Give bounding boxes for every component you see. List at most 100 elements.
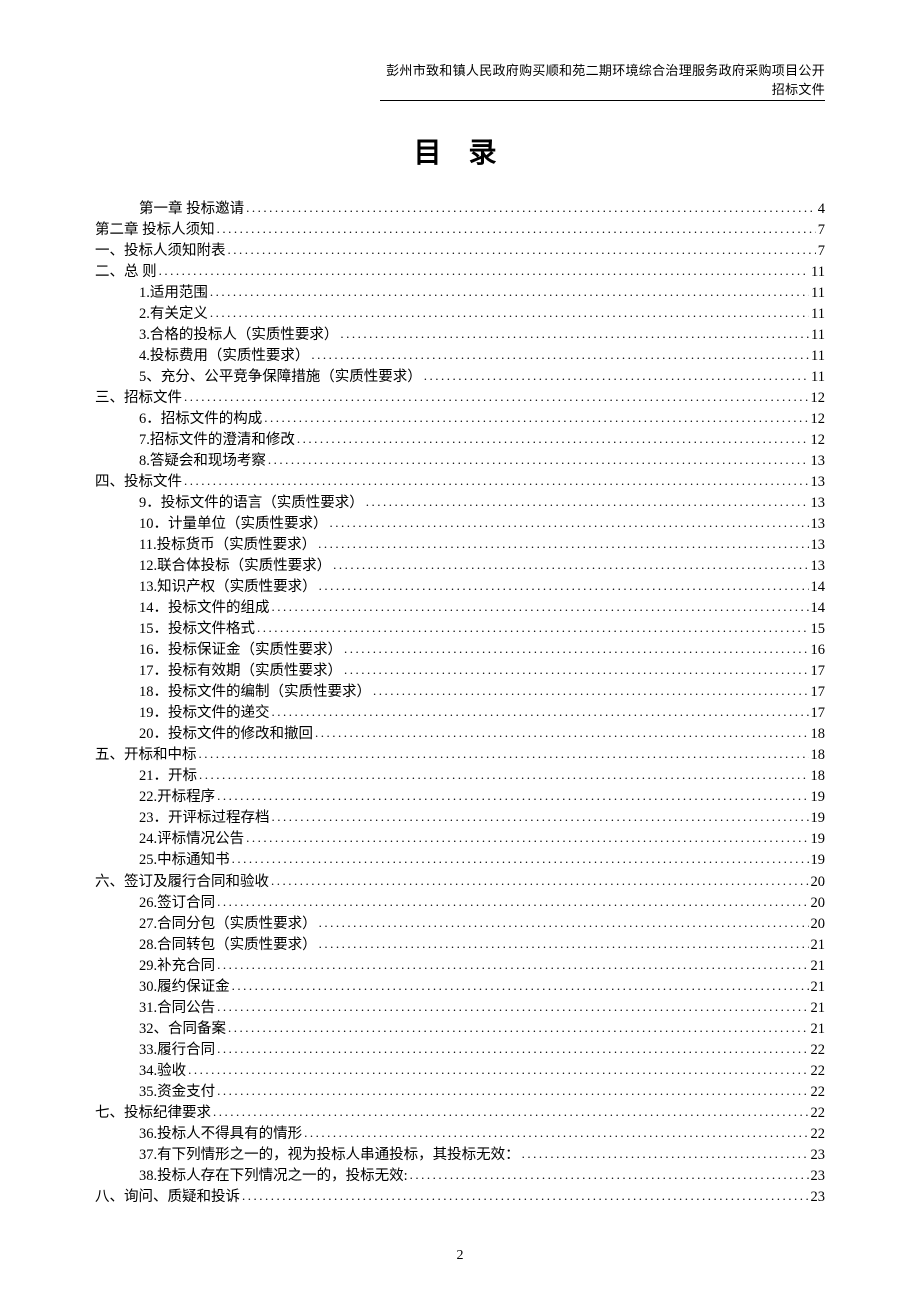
toc-leader-dots [319, 577, 809, 596]
toc-entry: 2.有关定义11 [95, 304, 825, 325]
toc-entry: 27.合同分包（实质性要求）20 [95, 914, 825, 935]
toc-entry-label: 35.资金支付 [139, 1082, 215, 1103]
toc-entry-page: 17 [811, 682, 826, 703]
toc-entry-page: 13 [811, 493, 826, 514]
toc-leader-dots [330, 514, 809, 533]
toc-entry-label: 第二章 投标人须知 [95, 220, 215, 241]
page-number: 2 [95, 1248, 825, 1264]
toc-entry: 二、总 则11 [95, 262, 825, 283]
toc-entry-label: 23．开评标过程存档 [139, 808, 270, 829]
toc-entry: 8.答疑会和现场考察 13 [95, 451, 825, 472]
toc-entry-page: 14 [811, 577, 826, 598]
toc-entry-label: 29.补充合同 [139, 956, 215, 977]
toc-entry: 36.投标人不得具有的情形22 [95, 1124, 825, 1145]
toc-entry-label: 22.开标程序 [139, 787, 215, 808]
toc-entry-label: 八、询问、质疑和投诉 [95, 1187, 240, 1208]
toc-leader-dots [424, 367, 809, 386]
toc-entry-label: 5、充分、公平竞争保障措施（实质性要求） [139, 367, 422, 388]
toc-entry: 四、投标文件 13 [95, 472, 825, 493]
toc-leader-dots [318, 535, 808, 554]
toc-leader-dots [232, 850, 809, 869]
toc-entry: 28.合同转包（实质性要求）21 [95, 935, 825, 956]
toc-leader-dots [184, 472, 809, 491]
toc-entry: 第二章 投标人须知 7 [95, 220, 825, 241]
toc-leader-dots [344, 640, 809, 659]
toc-entry-page: 22 [811, 1040, 826, 1061]
toc-entry-label: 38.投标人存在下列情况之一的，投标无效: [139, 1166, 408, 1187]
toc-entry: 34.验收22 [95, 1061, 825, 1082]
toc-entry-page: 11 [811, 367, 825, 388]
toc-leader-dots [264, 409, 808, 428]
toc-leader-dots [297, 430, 809, 449]
toc-leader-dots [217, 1082, 808, 1101]
toc-entry-label: 18．投标文件的编制（实质性要求） [139, 682, 371, 703]
toc-leader-dots [311, 346, 809, 365]
toc-entry-page: 13 [811, 472, 826, 493]
toc-entry: 25.中标通知书19 [95, 850, 825, 871]
toc-leader-dots [242, 1187, 809, 1206]
toc-entry-label: 6．招标文件的构成 [139, 409, 262, 430]
toc-entry-page: 23 [811, 1145, 826, 1166]
toc-entry: 六、签订及履行合同和验收20 [95, 872, 825, 893]
toc-entry: 33.履行合同22 [95, 1040, 825, 1061]
toc-entry-page: 11 [811, 262, 825, 283]
toc-entry-page: 16 [811, 640, 826, 661]
toc-entry-label: 4.投标费用（实质性要求） [139, 346, 309, 367]
toc-entry-page: 12 [811, 388, 826, 409]
document-page: 彭州市致和镇人民政府购买顺和苑二期环境综合治理服务政府采购项目公开招标文件 目 … [0, 0, 920, 1304]
toc-entry-label: 15．投标文件格式 [139, 619, 255, 640]
toc-leader-dots [210, 304, 809, 323]
toc-leader-dots [217, 956, 808, 975]
toc-leader-dots [315, 724, 809, 743]
toc-entry: 7.招标文件的澄清和修改12 [95, 430, 825, 451]
toc-entry: 10．计量单位（实质性要求）13 [95, 514, 825, 535]
toc-entry-label: 26.签订合同 [139, 893, 215, 914]
toc-entry-label: 1.适用范围 [139, 283, 208, 304]
toc-entry-page: 11 [811, 346, 825, 367]
toc-entry-page: 21 [811, 977, 826, 998]
toc-entry: 12.联合体投标（实质性要求）13 [95, 556, 825, 577]
toc-leader-dots [340, 325, 809, 344]
toc-entry-label: 四、投标文件 [95, 472, 182, 493]
toc-entry-page: 19 [811, 850, 826, 871]
toc-entry-label: 30.履约保证金 [139, 977, 230, 998]
toc-entry-page: 15 [811, 619, 826, 640]
toc-entry-page: 22 [811, 1061, 826, 1082]
toc-leader-dots [184, 388, 809, 407]
toc-entry-label: 三、招标文件 [95, 388, 182, 409]
toc-entry: 13.知识产权（实质性要求） 14 [95, 577, 825, 598]
toc-entry-page: 7 [818, 220, 825, 241]
toc-entry-page: 23 [811, 1166, 826, 1187]
toc-entry: 17．投标有效期（实质性要求）17 [95, 661, 825, 682]
toc-entry-page: 22 [811, 1103, 826, 1124]
toc-entry-page: 22 [811, 1124, 826, 1145]
toc-entry-page: 19 [811, 787, 826, 808]
toc-entry-label: 16．投标保证金（实质性要求） [139, 640, 342, 661]
toc-entry-page: 21 [811, 1019, 826, 1040]
toc-entry: 31.合同公告21 [95, 998, 825, 1019]
toc-entry-label: 五、开标和中标 [95, 745, 197, 766]
toc-leader-dots [217, 787, 808, 806]
toc-entry-page: 12 [811, 430, 826, 451]
toc-entry-page: 13 [811, 535, 826, 556]
toc-entry: 五、开标和中标18 [95, 745, 825, 766]
toc-entry: 21．开标18 [95, 766, 825, 787]
toc-leader-dots [319, 935, 809, 954]
toc-leader-dots [246, 199, 816, 218]
toc-entry-label: 8.答疑会和现场考察 [139, 451, 266, 472]
toc-entry: 5、充分、公平竞争保障措施（实质性要求） 11 [95, 367, 825, 388]
toc-entry: 15．投标文件格式 15 [95, 619, 825, 640]
toc-entry: 6．招标文件的构成12 [95, 409, 825, 430]
toc-entry-label: 13.知识产权（实质性要求） [139, 577, 317, 598]
toc-leader-dots [319, 914, 809, 933]
toc-leader-dots [272, 703, 809, 722]
toc-entry-page: 11 [811, 325, 825, 346]
toc-entry-page: 13 [811, 514, 826, 535]
toc-entry: 30.履约保证金 21 [95, 977, 825, 998]
toc-entry: 20．投标文件的修改和撤回18 [95, 724, 825, 745]
toc-entry-label: 一、投标人须知附表 [95, 241, 226, 262]
toc-leader-dots [199, 766, 809, 785]
toc-entry-label: 七、投标纪律要求 [95, 1103, 211, 1124]
toc-entry-label: 19．投标文件的递交 [139, 703, 270, 724]
toc-entry-page: 13 [811, 451, 826, 472]
